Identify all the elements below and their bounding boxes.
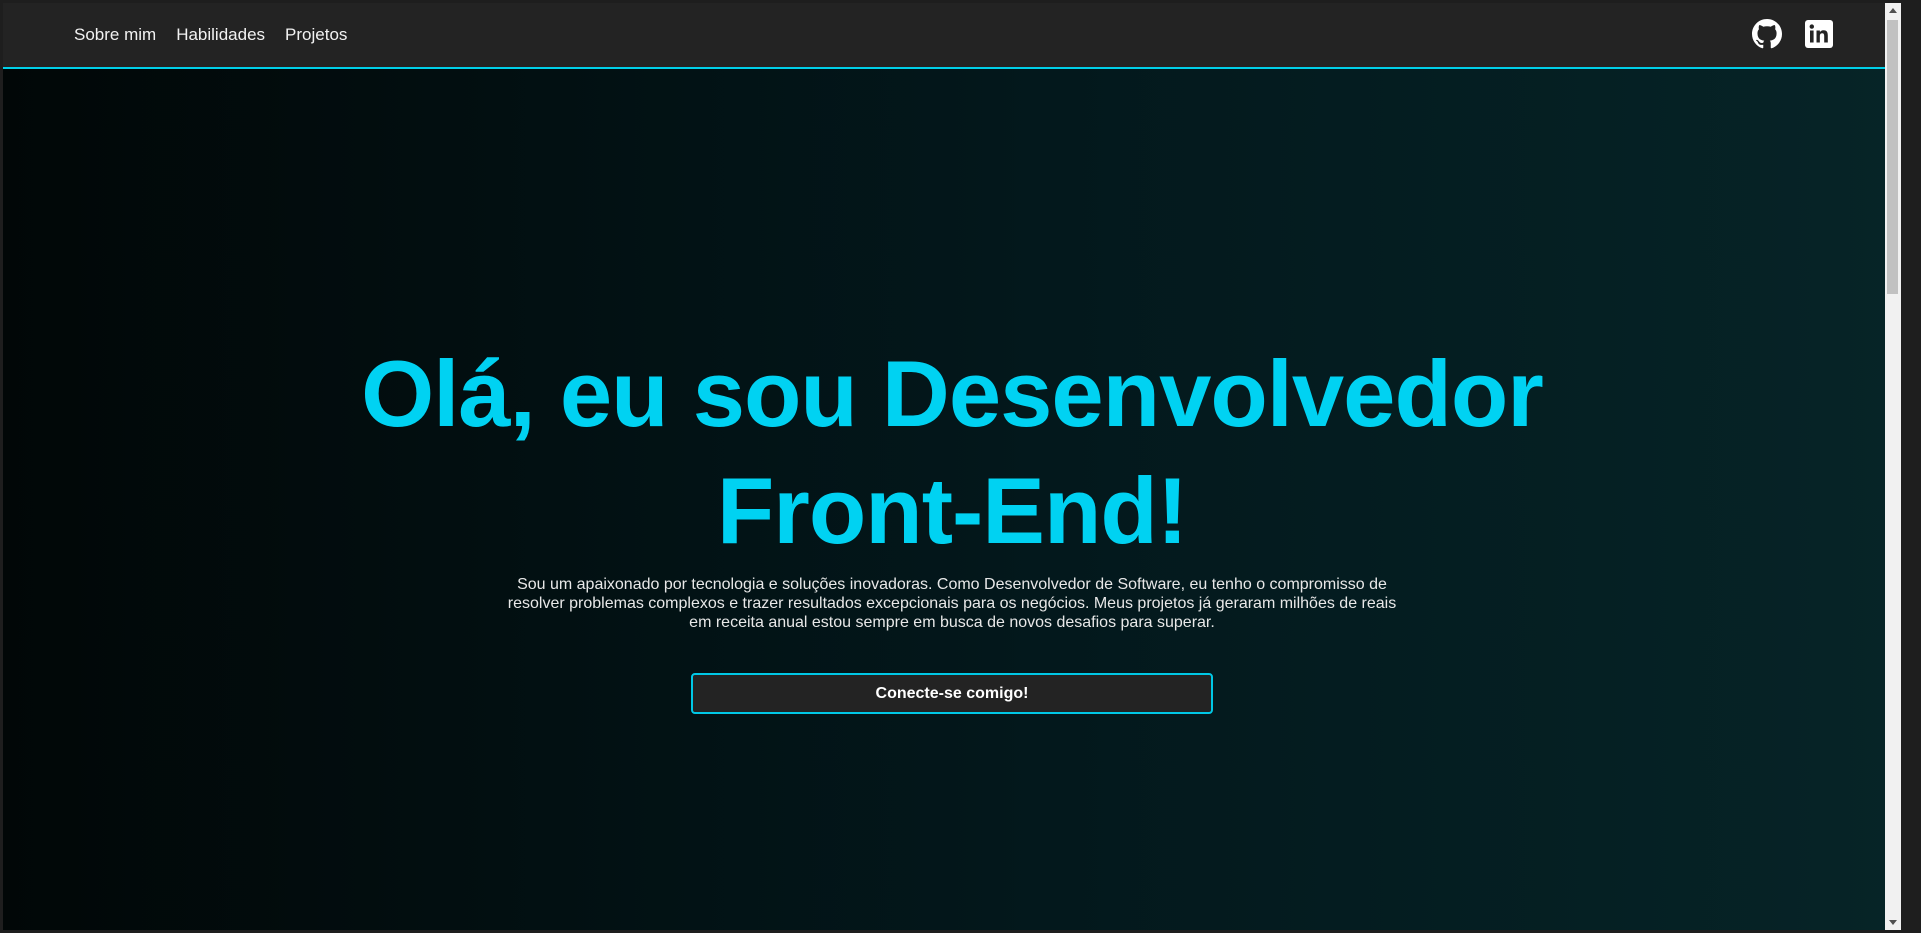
connect-button[interactable]: Conecte-se comigo! bbox=[691, 673, 1213, 714]
linkedin-icon[interactable] bbox=[1804, 19, 1834, 49]
hero-description: Sou um apaixonado por tecnologia e soluç… bbox=[507, 576, 1397, 631]
vertical-scrollbar[interactable] bbox=[1885, 3, 1901, 930]
scroll-down-arrow-icon[interactable] bbox=[1889, 920, 1897, 925]
nav-link-projetos[interactable]: Projetos bbox=[285, 25, 347, 45]
hero-section: Olá, eu sou Desenvolvedor Front-End! Sou… bbox=[3, 69, 1901, 930]
social-icons bbox=[1752, 19, 1834, 49]
navbar: Sobre mim Habilidades Projetos bbox=[3, 3, 1901, 69]
page-frame: Sobre mim Habilidades Projetos Olá, eu s… bbox=[3, 3, 1901, 930]
nav-link-sobre-mim[interactable]: Sobre mim bbox=[74, 25, 156, 45]
nav-link-habilidades[interactable]: Habilidades bbox=[176, 25, 265, 45]
scrollbar-thumb[interactable] bbox=[1887, 20, 1898, 294]
github-icon[interactable] bbox=[1752, 19, 1782, 49]
hero-title: Olá, eu sou Desenvolvedor Front-End! bbox=[361, 341, 1544, 563]
scroll-up-arrow-icon[interactable] bbox=[1889, 8, 1897, 13]
nav-links: Sobre mim Habilidades Projetos bbox=[74, 3, 347, 67]
